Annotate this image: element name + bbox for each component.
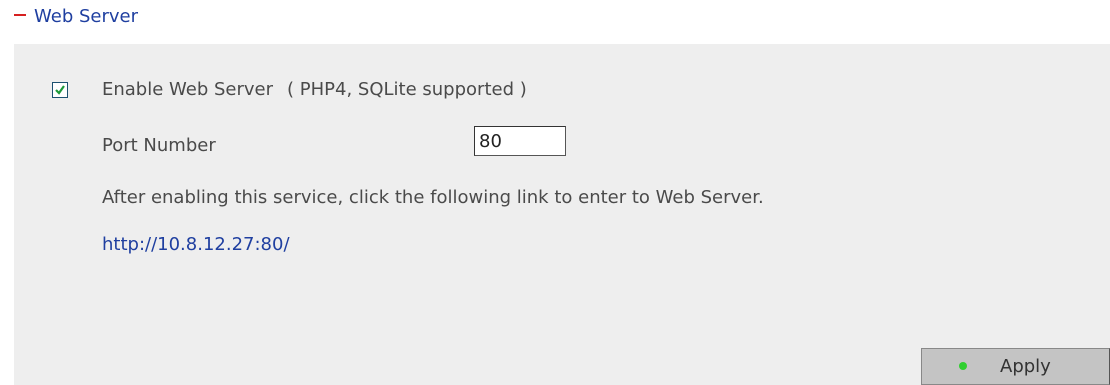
web-server-panel: Enable Web Server ( PHP4, SQLite supporte… bbox=[14, 44, 1110, 385]
enable-web-server-label: Enable Web Server ( PHP4, SQLite supporte… bbox=[102, 78, 527, 102]
help-text: After enabling this service, click the f… bbox=[102, 187, 764, 208]
apply-button[interactable]: Apply bbox=[921, 348, 1110, 385]
enable-web-server-checkbox[interactable] bbox=[52, 82, 68, 98]
web-server-settings-page: Web Server Enable Web Server ( PHP4, SQLi… bbox=[0, 0, 1110, 385]
web-server-section-header[interactable]: Web Server bbox=[0, 0, 1110, 36]
green-dot-icon bbox=[959, 362, 967, 370]
section-title: Web Server bbox=[34, 6, 138, 27]
enable-label-text: Enable Web Server bbox=[102, 79, 274, 100]
port-number-input[interactable] bbox=[474, 126, 566, 156]
checkmark-icon bbox=[55, 85, 65, 95]
enable-label-note: ( PHP4, SQLite supported ) bbox=[287, 79, 527, 100]
apply-button-label: Apply bbox=[1000, 356, 1051, 377]
web-server-link[interactable]: http://10.8.12.27:80/ bbox=[102, 233, 290, 257]
port-number-label: Port Number bbox=[102, 135, 216, 156]
minus-icon[interactable] bbox=[14, 14, 26, 16]
